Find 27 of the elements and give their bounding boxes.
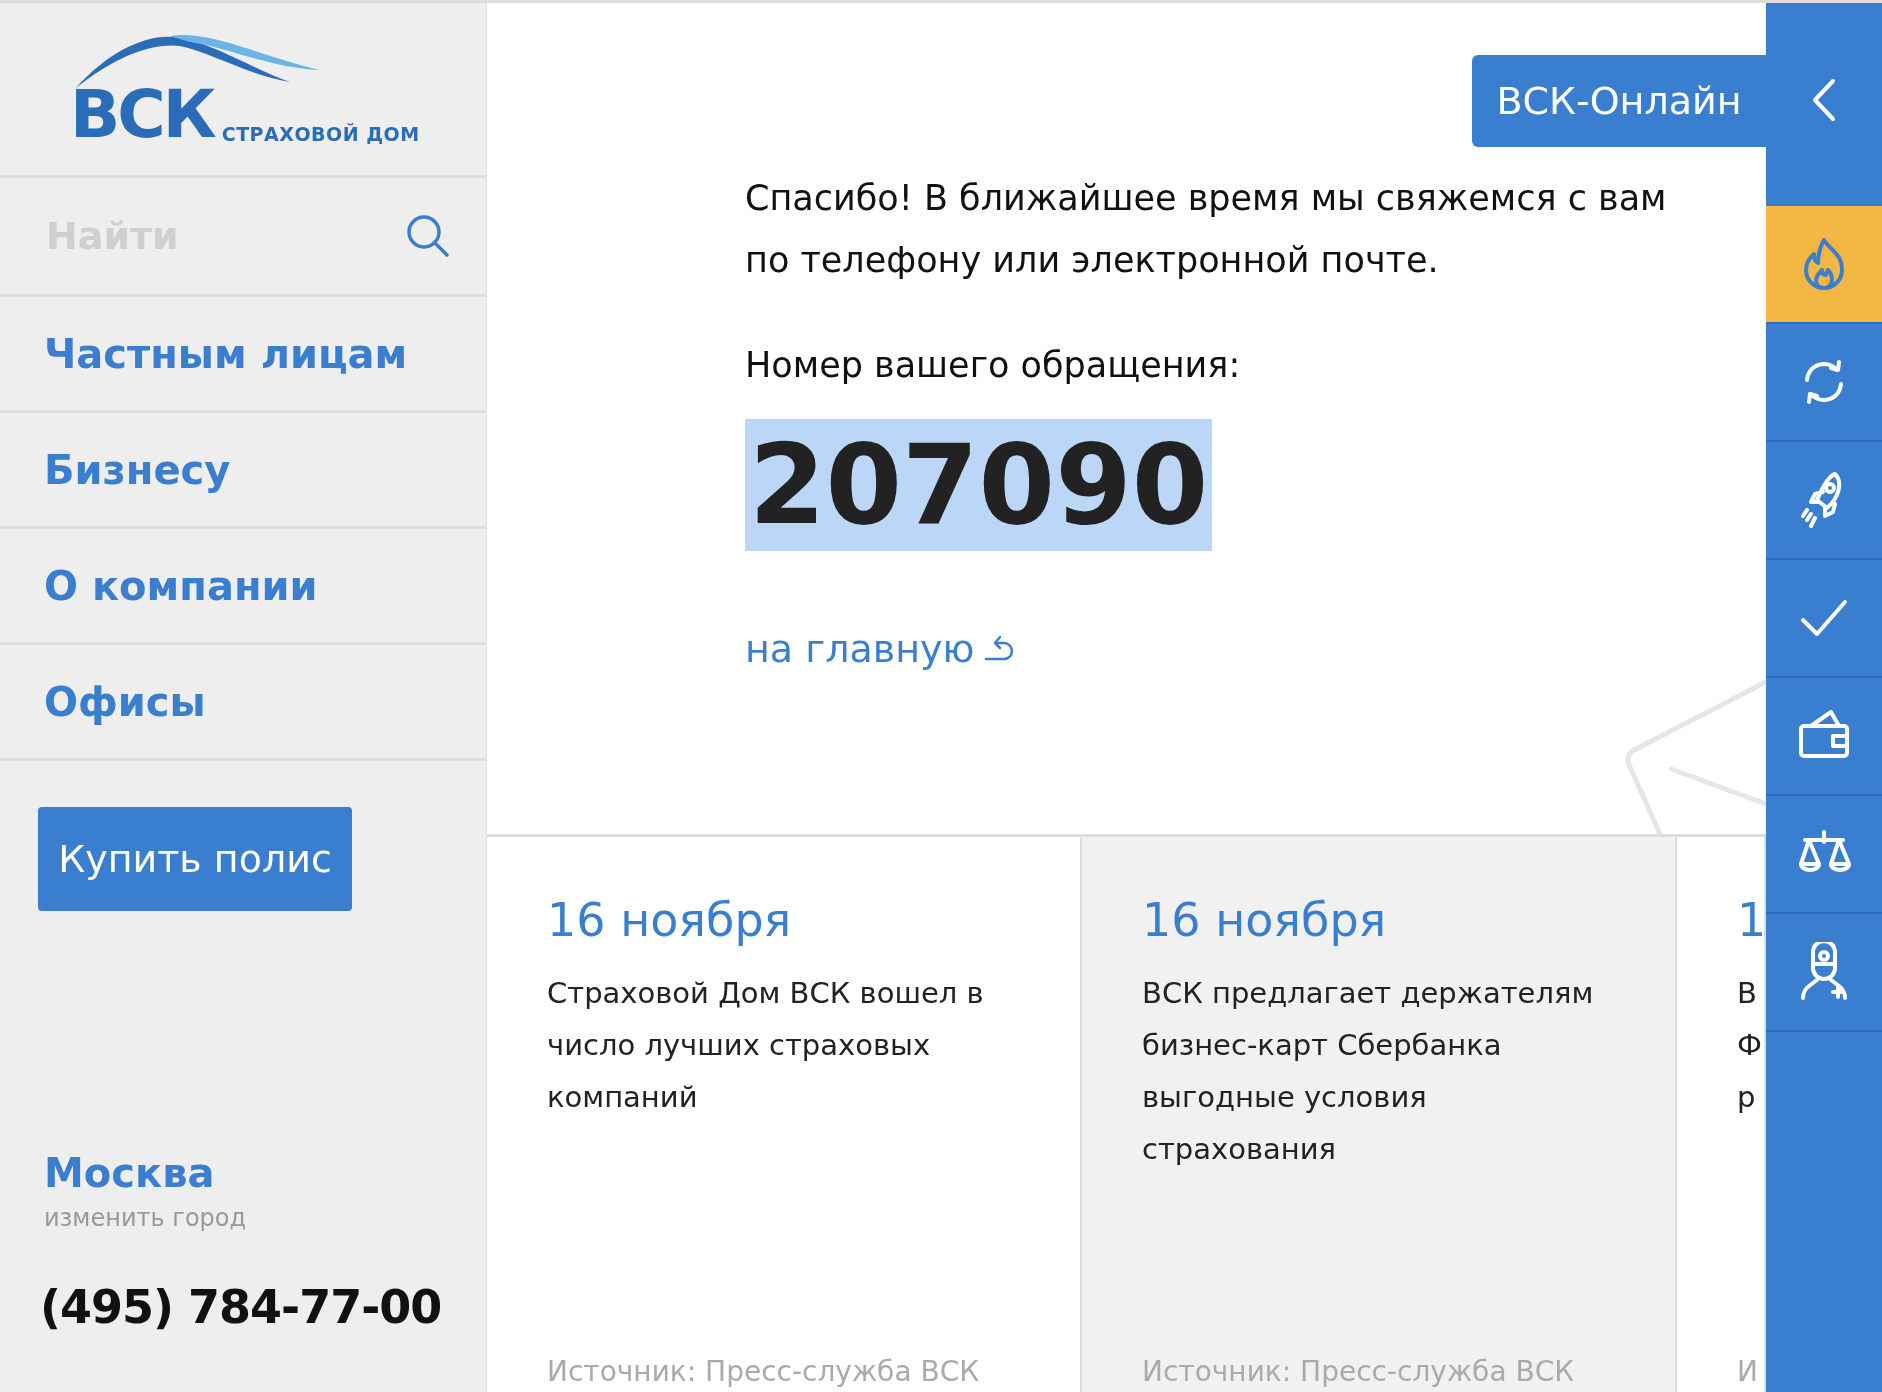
phone-number: (495) 784-77-00 <box>39 1279 443 1336</box>
nav-link[interactable]: О компании <box>0 529 486 645</box>
news-date: 1 <box>1737 893 1764 947</box>
chevron-left-icon <box>1811 77 1837 123</box>
news-text: В Ф р <box>1737 975 1763 1116</box>
news-source: И <box>1737 1355 1759 1388</box>
home-link[interactable]: на главную <box>745 627 1015 671</box>
news-card[interactable]: 16 ноября ВСК предлагает держателям бизнес-карт Сбербанка выгодные условия страхования Источник: Пресс-служба ВСК <box>1082 837 1677 1392</box>
request-number: 207090 <box>745 419 1213 551</box>
company-logo[interactable]: ВСК СТРАХОВОЙ ДОМ <box>70 30 420 148</box>
online-button[interactable]: ВСК-Онлайн <box>1472 55 1766 147</box>
change-city-link[interactable]: изменить город <box>44 1204 486 1232</box>
news-text: Страховой Дом ВСК вошел в число лучших страховых компаний <box>547 975 985 1116</box>
tool-button[interactable] <box>1766 206 1882 324</box>
news-source: Источник: Пресс-служба ВСК <box>547 1355 981 1388</box>
nav-link[interactable]: Бизнесу <box>0 413 486 529</box>
news-date: 16 ноября <box>547 893 793 947</box>
city-name[interactable]: Москва <box>44 1150 486 1196</box>
request-number-label: Номер вашего обращения: <box>745 345 1242 385</box>
thank-you-message: Спасибо! В ближайшее время мы свяжемся с вам по телефону или электронной почте. <box>745 177 1668 282</box>
news-date: 16 ноября <box>1142 893 1388 947</box>
news-text: ВСК предлагает держателям бизнес-карт Сбербанка выгодные условия страхования <box>1142 975 1595 1168</box>
search-icon[interactable] <box>406 214 450 258</box>
buy-policy-button[interactable]: Купить полис <box>38 807 352 911</box>
nav-link[interactable]: Офисы <box>0 645 486 761</box>
nav-link[interactable]: Частным лицам <box>0 297 486 413</box>
news-source: Источник: Пресс-служба ВСК <box>1142 1355 1576 1388</box>
